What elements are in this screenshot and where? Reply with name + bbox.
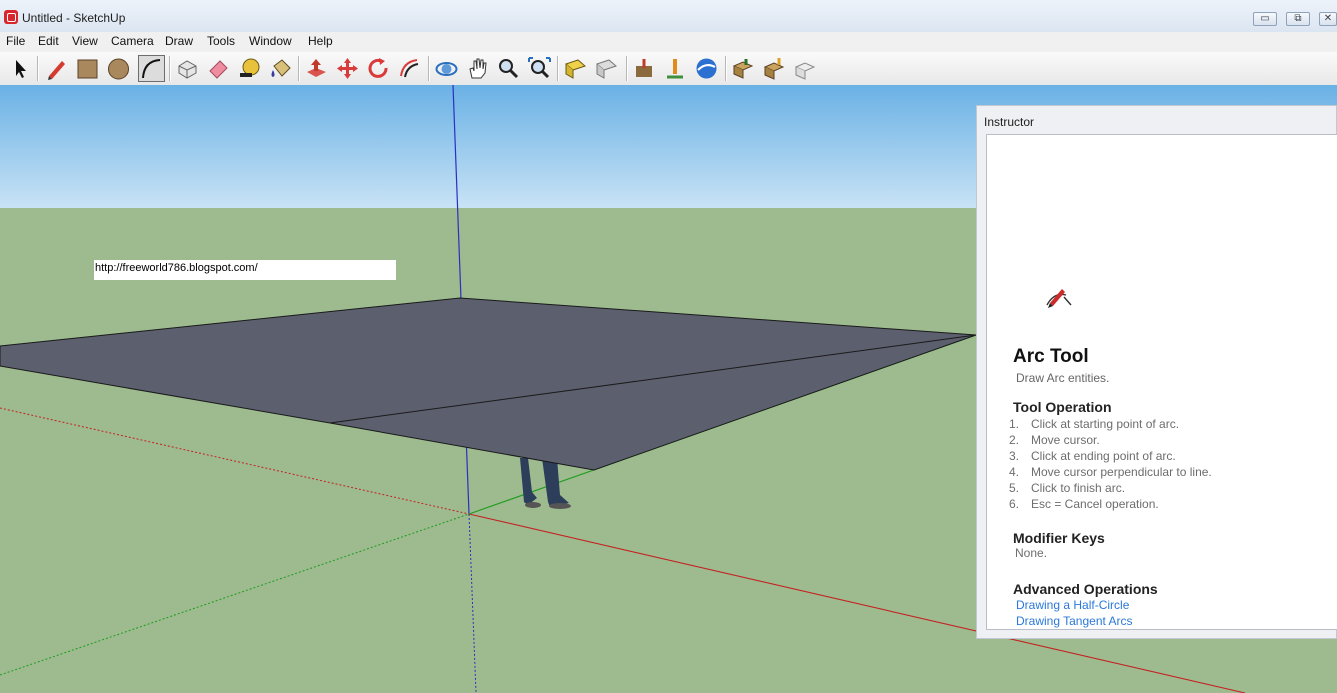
eraser-icon (209, 60, 228, 79)
menu-camera[interactable]: Camera (111, 34, 154, 48)
tangent-arcs-link[interactable]: Drawing Tangent Arcs (1016, 614, 1133, 628)
operation-step: 5. Click to finish arc. (1009, 481, 1126, 495)
orbit-tool[interactable] (433, 55, 460, 82)
menu-window[interactable]: Window (249, 34, 292, 48)
arc-tool-icon (1046, 289, 1072, 308)
arc-tool[interactable] (138, 55, 165, 82)
restore-button[interactable]: ⧉ (1286, 12, 1310, 26)
url-text-label: http://freeworld786.blogspot.com/ (94, 260, 396, 280)
toggle-terrain-tool[interactable] (662, 55, 689, 82)
main-toolbar (0, 52, 1337, 86)
push-pull-tool[interactable] (303, 55, 330, 82)
menu-edit[interactable]: Edit (38, 34, 59, 48)
add-location-tool[interactable] (631, 55, 658, 82)
magnifier-icon (499, 59, 519, 79)
rectangle-tool[interactable] (74, 55, 101, 82)
component-icon (178, 60, 197, 79)
operation-step: 1. Click at starting point of arc. (1009, 417, 1180, 431)
share-model-icon (763, 58, 785, 80)
title-bar: Untitled - SketchUp ▭ ⧉ ✕ (0, 0, 1337, 33)
menu-file[interactable]: File (6, 34, 25, 48)
modifier-keys-heading: Modifier Keys (1013, 530, 1105, 546)
line-tool[interactable] (43, 55, 70, 82)
menu-bar: File Edit View Camera Draw Tools Window … (0, 32, 1337, 53)
instructor-content: Arc Tool Draw Arc entities. Tool Operati… (986, 134, 1337, 630)
sketchup-logo-icon (4, 10, 18, 24)
menu-help[interactable]: Help (308, 34, 333, 48)
advanced-operations-heading: Advanced Operations (1013, 581, 1158, 597)
offset-tool[interactable] (396, 55, 423, 82)
zoom-extents-tool[interactable] (526, 55, 553, 82)
pencil-icon (48, 61, 65, 80)
tool-description: Draw Arc entities. (1016, 371, 1110, 385)
get-models-tool[interactable] (730, 55, 757, 82)
get-models-icon (732, 59, 754, 79)
circle-tool[interactable] (105, 55, 132, 82)
share-model-tool[interactable] (761, 55, 788, 82)
select-tool[interactable] (6, 55, 33, 82)
orbit-icon (435, 62, 458, 76)
make-component-tool[interactable] (174, 55, 201, 82)
window-title: Untitled - SketchUp (22, 11, 126, 25)
push-pull-icon (307, 59, 326, 77)
preview-in-google-earth-tool[interactable] (693, 55, 720, 82)
move-icon (337, 58, 358, 79)
zoom-extents-icon (528, 57, 551, 79)
tape-measure-tool[interactable] (236, 55, 263, 82)
minimize-button[interactable]: ▭ (1253, 12, 1277, 26)
next-view-icon (596, 59, 617, 79)
rectangle-icon (77, 59, 98, 79)
tool-operation-heading: Tool Operation (1013, 399, 1112, 415)
menu-view[interactable]: View (72, 34, 98, 48)
share-component-tool[interactable] (792, 55, 819, 82)
tool-name: Arc Tool (1013, 346, 1089, 367)
operation-step: 4. Move cursor perpendicular to line. (1009, 465, 1212, 479)
move-tool[interactable] (334, 55, 361, 82)
paint-bucket-icon (271, 59, 291, 77)
pan-tool[interactable] (464, 55, 491, 82)
menu-draw[interactable]: Draw (165, 34, 193, 48)
arc-icon (142, 59, 161, 79)
close-button[interactable]: ✕ (1319, 12, 1337, 26)
share-component-icon (794, 62, 816, 80)
globe-icon (696, 58, 717, 79)
paint-bucket-tool[interactable] (267, 55, 294, 82)
tape-measure-icon (240, 58, 260, 77)
rotate-icon (368, 58, 388, 78)
half-circle-link[interactable]: Drawing a Half-Circle (1016, 598, 1129, 612)
next-view-tool[interactable] (593, 55, 620, 82)
rotate-tool[interactable] (365, 55, 392, 82)
operation-step: 3. Click at ending point of arc. (1009, 449, 1176, 463)
operation-step: 6. Esc = Cancel operation. (1009, 497, 1159, 511)
instructor-panel: Instructor Arc Tool Draw Arc entities. T… (976, 105, 1337, 639)
hand-icon (469, 58, 487, 79)
circle-icon (108, 58, 129, 80)
modifier-keys-text: None. (1015, 546, 1048, 560)
add-location-icon (636, 59, 652, 77)
eraser-tool[interactable] (205, 55, 232, 82)
instructor-title: Instructor (984, 115, 1035, 129)
zoom-tool[interactable] (495, 55, 522, 82)
terrain-icon (667, 59, 683, 79)
previous-view-icon (565, 59, 586, 79)
menu-tools[interactable]: Tools (207, 34, 235, 48)
offset-icon (400, 59, 419, 78)
arrow-icon (16, 60, 26, 78)
previous-view-tool[interactable] (562, 55, 589, 82)
operation-step: 2. Move cursor. (1009, 433, 1100, 447)
